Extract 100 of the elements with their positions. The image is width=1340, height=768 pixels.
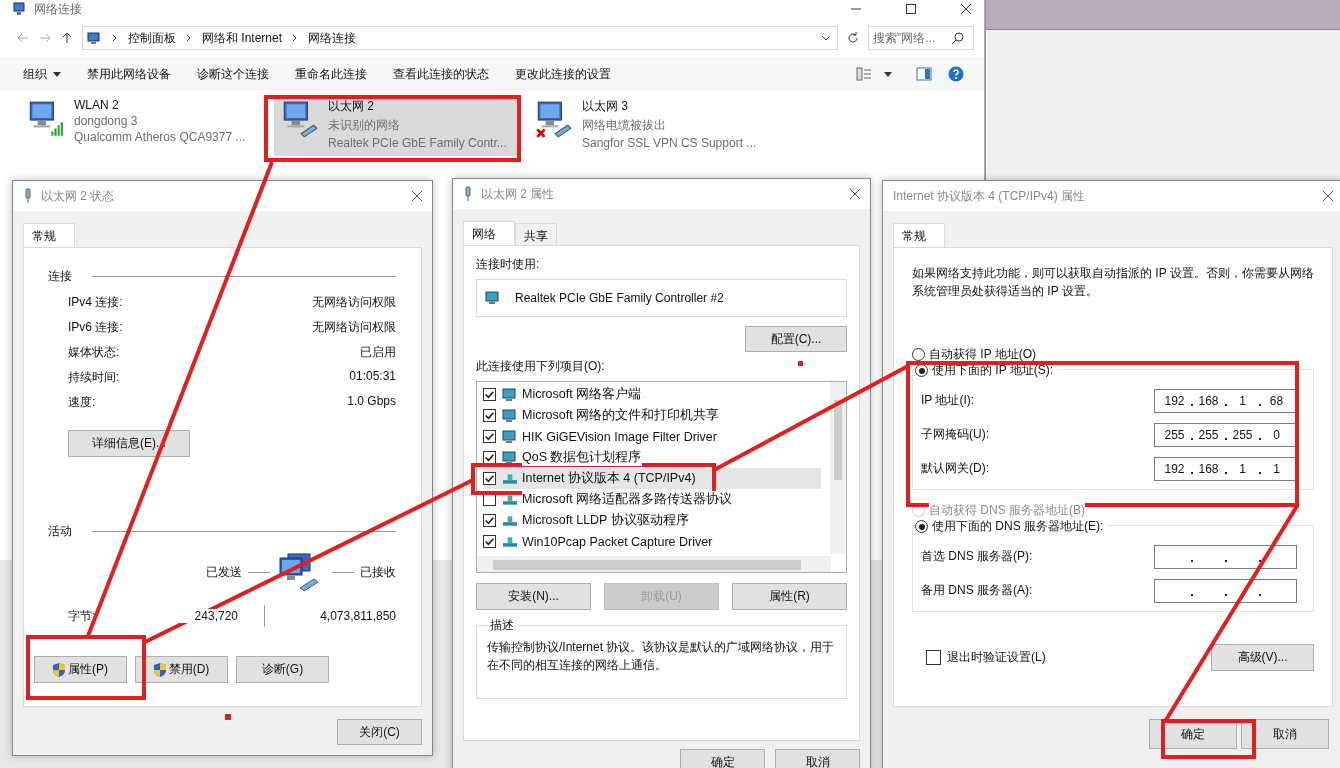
field-label: 连接时使用: [476, 256, 541, 273]
checkbox[interactable] [483, 430, 496, 443]
breadcrumb-item[interactable]: 网络连接 [308, 29, 357, 47]
dialog-button[interactable]: 安装(N)... [476, 583, 591, 610]
dialog-button[interactable]: 属性(R) [732, 583, 847, 610]
breadcrumb-item[interactable]: 网络和 Internet [202, 29, 283, 47]
ok-button[interactable]: 确定 [680, 749, 765, 768]
field-value: 无网络访问权限 [312, 319, 396, 335]
close-button[interactable]: 关闭(C) [337, 719, 422, 745]
radio-button[interactable] [915, 520, 928, 533]
command-button[interactable]: 查看此连接的状态 [384, 62, 498, 86]
connection-status: 网络电缆被拔出 [582, 117, 667, 134]
ip-address-field[interactable] [1154, 544, 1297, 569]
tab[interactable]: 网络 [463, 221, 515, 245]
ip-address-field[interactable]: 255 255 255 0 [1154, 422, 1297, 447]
connection-name: 以太网 3 [582, 98, 629, 115]
dropdown-caret-icon[interactable] [821, 35, 831, 41]
control-panel-icon [86, 30, 102, 46]
advanced-button[interactable]: 高级(V)... [1211, 644, 1314, 671]
shield-icon [53, 662, 65, 677]
section-heading: 连接 [48, 268, 72, 285]
monitor-icon [502, 449, 518, 466]
refresh-icon[interactable] [846, 31, 860, 45]
cancel-button[interactable]: 取消 [775, 749, 860, 768]
checkbox[interactable] [483, 514, 496, 527]
adapter-name: Realtek PCIe GbE Family Contr... [328, 136, 507, 150]
shield-icon [153, 662, 166, 677]
list-item[interactable]: HIK GiGEVision Image Filter Driver [483, 426, 821, 447]
ip-address-field[interactable]: 192 168 1 68 [1154, 388, 1297, 413]
close-icon[interactable] [960, 3, 972, 15]
connection-item[interactable]: 以太网 3 网络电缆被拔出 Sangfor SSL VPN CS Support ... [528, 96, 772, 156]
dialog-button[interactable]: 诊断(G) [236, 656, 329, 683]
field-value: 已启用 [360, 344, 396, 360]
help-icon[interactable] [948, 66, 964, 82]
group-heading: 描述 [489, 617, 515, 634]
connection-status: 未识别的网络 [328, 117, 401, 134]
ip-address-field[interactable]: 192 168 1 1 [1154, 456, 1297, 481]
monitor-icon [502, 407, 518, 424]
list-label: 此连接使用下列项目(O): [476, 358, 605, 375]
organize-menu[interactable]: 组织 [14, 62, 70, 86]
tab[interactable]: 共享 [515, 223, 557, 245]
received-label: 已接收 [360, 563, 396, 581]
field-label: 子网掩码(U): [921, 426, 989, 443]
adapter-name: Sangfor SSL VPN CS Support ... [582, 136, 757, 150]
command-button[interactable]: 更改此连接的设置 [506, 62, 620, 86]
protocol-icon [503, 473, 517, 484]
tab[interactable]: 常规 [23, 223, 75, 247]
list-item[interactable]: Internet 协议版本 4 (TCP/IPv4) [483, 468, 821, 489]
checkbox[interactable] [926, 650, 941, 665]
field-label: IPv6 连接: [68, 319, 123, 335]
checkbox[interactable] [483, 535, 496, 548]
command-button[interactable]: 诊断这个连接 [188, 62, 278, 86]
list-item[interactable]: Microsoft LLDP 协议驱动程序 [483, 510, 821, 531]
network-folder-icon [12, 1, 28, 17]
list-item[interactable]: Win10Pcap Packet Capture Driver [483, 531, 821, 552]
close-icon[interactable] [850, 189, 860, 199]
maximize-icon[interactable] [905, 3, 917, 15]
cancel-button[interactable]: 取消 [1241, 719, 1329, 749]
tab[interactable]: 常规 [893, 223, 945, 247]
address-bar[interactable]: 控制面板 网络和 Internet 网络连接 [82, 26, 838, 50]
list-item[interactable]: Microsoft 网络的文件和打印机共享 [483, 405, 821, 426]
preview-pane-icon[interactable] [916, 66, 932, 82]
vertical-scrollbar[interactable] [830, 382, 846, 554]
list-item[interactable]: Microsoft 网络客户端 [483, 384, 821, 405]
search-icon [951, 31, 965, 45]
protocol-icon [503, 494, 517, 505]
field-value: 1.0 Gbps [347, 394, 396, 410]
bytes-sent-value: 243,720 [178, 609, 238, 623]
command-button[interactable]: 重命名此连接 [286, 62, 376, 86]
up-arrow-icon[interactable] [60, 31, 74, 45]
radio-button[interactable] [912, 348, 925, 361]
sent-label: 已发送 [206, 563, 242, 581]
radio-label[interactable]: 自动获得 IP 地址(O) [929, 346, 1037, 363]
field-label: 备用 DNS 服务器(A): [921, 582, 1033, 599]
list-item[interactable]: QoS 数据包计划程序 [483, 447, 821, 468]
configure-button[interactable]: 配置(C)... [745, 326, 847, 352]
command-button[interactable]: 禁用此网络设备 [78, 62, 180, 86]
network-plug-icon [23, 188, 33, 204]
network-plug-icon [463, 186, 473, 202]
search-field[interactable]: 搜索"网络... [868, 26, 974, 50]
checkbox[interactable] [483, 472, 496, 485]
field-label: 默认网关(D): [921, 460, 989, 477]
horizontal-scrollbar[interactable] [477, 556, 831, 572]
monitor-icon [502, 386, 518, 403]
checkbox[interactable] [483, 409, 496, 422]
connection-item[interactable]: WLAN 2 dongdong 3 Qualcomm Atheros QCA9377 ... [20, 96, 264, 156]
dialog-button[interactable]: 禁用(D) [135, 656, 228, 683]
close-icon[interactable] [412, 191, 422, 201]
connection-item[interactable]: 以太网 2 未识别的网络 Realtek PCIe GbE Family Contr... [274, 96, 518, 156]
checkbox-label[interactable]: 退出时验证设置(L) [947, 649, 1046, 666]
protocol-icon [503, 515, 517, 526]
caret-icon[interactable] [884, 71, 892, 77]
field-value: 无网络访问权限 [312, 294, 396, 310]
dialog-button[interactable]: 属性(P) [34, 656, 127, 683]
checkbox[interactable] [483, 388, 496, 401]
connection-name: WLAN 2 [74, 98, 120, 112]
close-icon[interactable] [1323, 191, 1333, 201]
field-label: 速度: [68, 394, 96, 410]
ip-address-field[interactable] [1154, 578, 1297, 603]
breadcrumb-item[interactable]: 控制面板 [128, 29, 176, 47]
